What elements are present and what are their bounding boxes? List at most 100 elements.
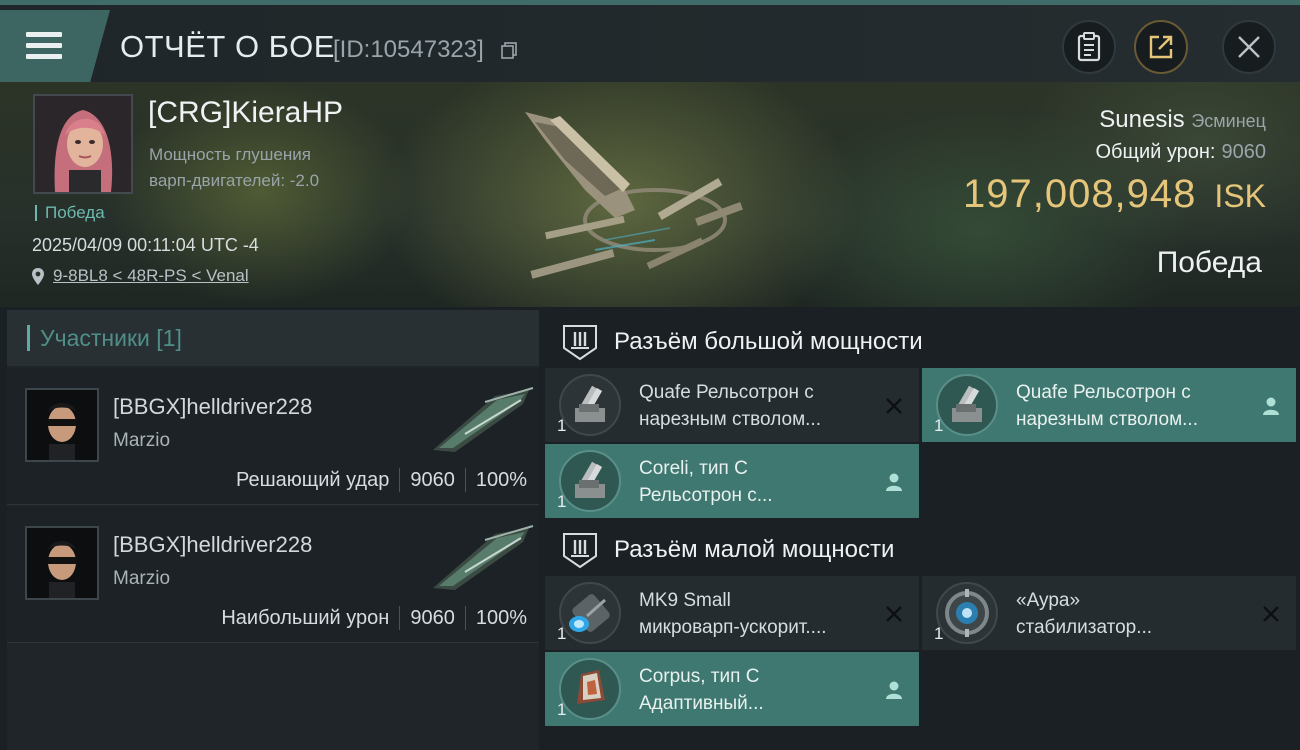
module-name: «Аура» стабилизатор... (1016, 587, 1256, 641)
dropped-person-icon (886, 681, 902, 699)
module-quantity: 1 (557, 492, 567, 511)
total-damage-value: 9060 (1221, 141, 1267, 163)
low-slot-title: Разъём малой мощности (614, 536, 895, 563)
module-name: Quafe Рельсотрон с нарезным стволом... (1016, 379, 1256, 433)
victim-summary: [CRG]KieraHP Мощность глушения варп-двиг… (0, 82, 1300, 307)
share-button[interactable] (1134, 20, 1188, 74)
ship-type[interactable]: Sunesis Эсминец (1099, 106, 1266, 134)
module-name: Corpus, тип C Адаптивный... (639, 663, 879, 717)
participants-title: Участники [1] (40, 324, 182, 351)
header-accent (27, 325, 30, 351)
total-damage: Общий урон: 9060 (1096, 141, 1267, 164)
participant-role: Решающий удар (235, 468, 390, 491)
module-name-line1: Corpus, тип C (639, 666, 760, 687)
participant-stats: Наибольший урон 9060 100% (221, 606, 527, 630)
attacker-portrait-image (27, 390, 97, 460)
module-quantity: 1 (557, 700, 567, 719)
participant-corp: Marzio (113, 430, 171, 451)
high-slot-icon (563, 325, 597, 361)
ship-image (525, 112, 743, 279)
participant-name[interactable]: [BBGX]helldriver228 (113, 532, 312, 558)
divider (399, 468, 401, 492)
destroyed-x-icon (886, 606, 902, 622)
participants-header[interactable]: Участники [1] (7, 310, 539, 366)
participant-percent: 100% (475, 468, 527, 491)
participant-percent: 100% (475, 606, 527, 629)
participant-corp: Marzio (113, 568, 171, 589)
victim-portrait[interactable] (33, 94, 133, 194)
module-name-line2: нарезным стволом... (1016, 409, 1198, 430)
participant-name[interactable]: [BBGX]helldriver228 (113, 394, 312, 420)
participant-role: Наибольший урон (221, 606, 390, 629)
participant-row[interactable]: [BBGX]helldriver228 Marzio Решающий удар… (7, 368, 539, 505)
hamburger-icon (26, 32, 62, 59)
module-quantity: 1 (934, 416, 944, 435)
module-item[interactable]: 1 Coreli, тип C Рельсотрон с... (545, 444, 919, 518)
dropped-person-icon (1263, 397, 1279, 415)
close-icon (1238, 36, 1260, 58)
isk-value: 197,008,948 (962, 172, 1197, 216)
location-path[interactable]: 9-8BL8 < 48R-PS < Venal (53, 266, 249, 286)
participant-stats: Решающий удар 9060 100% (236, 468, 527, 492)
participant-damage: 9060 (410, 468, 455, 491)
microwarp-icon (559, 582, 621, 644)
module-item[interactable]: 1 Quafe Рельсотрон с нарезным стволом... (922, 368, 1296, 442)
destroyed-x-icon (886, 398, 902, 414)
share-icon (1149, 35, 1173, 59)
participant-row[interactable]: [BBGX]helldriver228 Marzio Наибольший ур… (7, 506, 539, 643)
clipboard-button[interactable] (1062, 20, 1116, 74)
module-name: Coreli, тип C Рельсотрон с... (639, 455, 879, 509)
module-item[interactable]: 1 Quafe Рельсотрон с нарезным стволом... (545, 368, 919, 442)
stabilizer-icon (936, 582, 998, 644)
isk-unit: ISK (1214, 178, 1266, 214)
hardener-icon (559, 658, 621, 720)
participants-panel: Участники [1] [BBGX]helldriver228 Marzio (7, 310, 539, 750)
module-quantity: 1 (557, 416, 567, 435)
fitting-panel: Разъём большой мощности 1 Quafe Рельсотр… (545, 310, 1300, 750)
ship-class: Эсминец (1191, 111, 1266, 131)
divider (399, 606, 401, 630)
low-slot-icon (563, 533, 597, 569)
module-item[interactable]: 1 Corpus, тип C Адаптивный... (545, 652, 919, 726)
high-slot-header: Разъём большой мощности (545, 312, 1300, 372)
module-item[interactable]: 1 «Аура» стабилизатор... (922, 576, 1296, 650)
victim-name[interactable]: [CRG]KieraHP (148, 96, 343, 130)
destroyed-x-icon (1263, 606, 1279, 622)
divider (464, 468, 466, 492)
railgun-icon (936, 374, 998, 436)
location-link[interactable]: 9-8BL8 < 48R-PS < Venal (31, 266, 249, 286)
menu-button[interactable] (0, 10, 110, 82)
module-name-line1: Quafe Рельсотрон с (1016, 382, 1191, 403)
battle-datetime: 2025/04/09 00:11:04 UTC -4 (32, 235, 259, 255)
avatar[interactable] (25, 526, 99, 600)
railgun-icon (559, 374, 621, 436)
page-title: ОТЧЁТ О БОЕ (120, 29, 335, 64)
participant-damage: 9060 (410, 606, 455, 629)
module-name-line2: микроварп-ускорит.... (639, 617, 827, 638)
low-slot-header: Разъём малой мощности (545, 520, 1300, 580)
attribute-line-2: варп-двигателей: -2.0 (149, 171, 320, 190)
dropped-person-icon (886, 473, 902, 491)
close-button[interactable] (1222, 20, 1276, 74)
victim-attribute: Мощность глушения варп-двигателей: -2.0 (149, 142, 409, 194)
module-name: MK9 Small микроварп-ускорит.... (639, 587, 879, 641)
copy-icon[interactable] (501, 42, 517, 59)
module-name-line2: Адаптивный... (639, 693, 764, 714)
location-pin-icon (32, 267, 44, 285)
module-name-line2: стабилизатор... (1016, 617, 1153, 638)
attribute-line-1: Мощность глушения (149, 145, 311, 164)
module-quantity: 1 (557, 624, 567, 643)
module-name-line1: MK9 Small (639, 590, 731, 611)
module-quantity: 1 (934, 624, 944, 643)
isk-loss: 197,008,948 ISK (963, 172, 1266, 217)
module-name: Quafe Рельсотрон с нарезным стволом... (639, 379, 879, 433)
attacker-portrait-image (27, 528, 97, 598)
module-item[interactable]: 1 MK9 Small микроварп-ускорит.... (545, 576, 919, 650)
verdict: Победа (1156, 246, 1262, 279)
module-name-line1: Quafe Рельсотрон с (639, 382, 814, 403)
module-name-line1: «Аура» (1016, 590, 1081, 611)
result-tag: Победа (35, 204, 105, 221)
battle-report-screen: ОТЧЁТ О БОЕ [ID:10547323] [CRG]KieraHP М… (0, 0, 1300, 750)
avatar[interactable] (25, 388, 99, 462)
clipboard-icon (1077, 32, 1101, 62)
